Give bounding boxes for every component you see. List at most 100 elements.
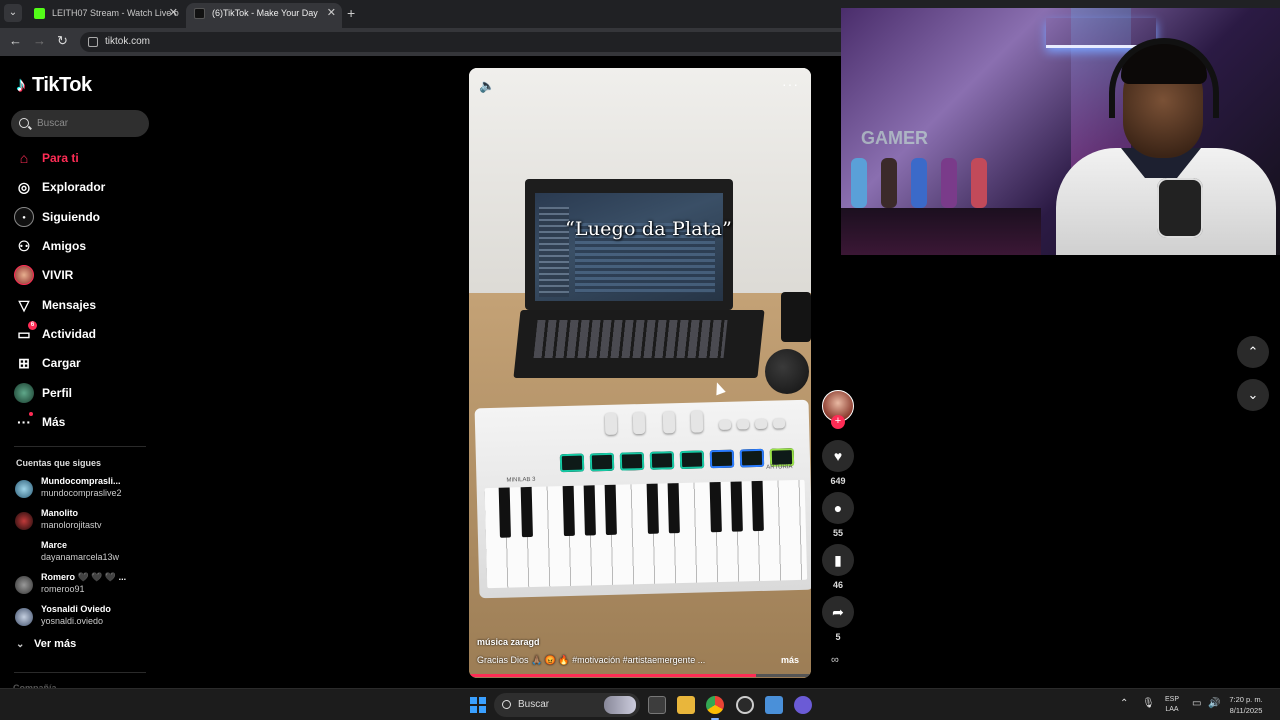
save-count: 46 [832,580,843,590]
nav-label: Actividad [42,327,97,341]
site-info-icon[interactable] [88,37,98,47]
following-icon: ● [14,207,34,227]
next-video-button[interactable]: ⌄ [1237,379,1269,411]
video-overlay-caption: “Luego da Plata” [565,218,733,240]
webcam-shelf [841,208,1041,255]
following-section-title: Cuentas que sigues [16,458,102,468]
bookmark-icon: ▮ [834,552,842,568]
close-icon[interactable]: ✕ [169,3,178,24]
nav-friends[interactable]: ⚇ Amigos [14,233,154,259]
save-button[interactable]: ▮ [822,544,854,576]
video-progress-bar[interactable] [469,674,811,677]
nav-profile[interactable]: Perfil [14,380,154,406]
discord-icon[interactable] [794,696,812,714]
send-icon: ▽ [18,297,30,313]
tab-title: (6)TikTok - Make Your Day [212,8,318,18]
following-item[interactable]: Mundocomprasli... mundocompraslive2 [15,476,155,504]
taskbar: Buscar ⌃ 🎙 ESP LAA ▭ 🔊 7:20 p. m. 8/11/2… [0,688,1280,720]
nav-label: Amigos [42,239,87,253]
nav-more[interactable]: ··· Más [14,409,154,435]
chevron-up-icon: ⌃ [1247,344,1259,359]
webcam-microphone [1157,178,1203,238]
avatar [15,608,33,626]
tab-kick[interactable]: LEITH07 Stream - Watch Live o ✕ [26,3,184,28]
windows-start-icon[interactable] [470,697,486,713]
webcam-gamer-sign: GAMER [861,128,928,148]
following-item[interactable]: Manolito manolorojitastv [15,508,155,536]
tab-search-button[interactable]: ⌄ [4,4,22,22]
widgets-icon[interactable] [648,696,666,714]
volume-icon[interactable]: 🔈 [479,78,495,94]
description-more-button[interactable]: más [781,655,799,665]
tiktok-logo[interactable]: ♪ TikTok [16,74,92,97]
nav-messages[interactable]: ▽ Mensajes [14,292,154,318]
nav-label: Para ti [42,151,79,165]
video-frame-fader [772,418,786,429]
following-item[interactable]: Romero 🖤 🖤 🖤 ... romeroo91 [15,572,155,600]
microphone-icon[interactable]: 🎙 [1142,698,1155,709]
taskbar-search-label: Buscar [518,699,550,710]
obs-icon[interactable] [736,696,754,714]
volume-icon[interactable]: 🔊 [1208,698,1220,709]
back-icon[interactable]: ← [9,33,22,48]
loop-icon[interactable]: ∞ [831,654,839,666]
system-clock[interactable]: 7:20 p. m. 8/11/2025 [1224,694,1268,716]
nav-activity[interactable]: ▭ 6 Actividad [14,321,154,347]
nav-following[interactable]: ● Siguiendo [14,204,154,230]
video-frame-fader [718,419,732,431]
forward-icon[interactable]: → [33,33,46,48]
comment-button[interactable]: ● [822,492,854,524]
file-explorer-icon[interactable] [677,696,695,714]
upload-icon: ⊞ [18,355,30,371]
clock-time: 7:20 p. m. [1229,695,1263,704]
reload-icon[interactable]: ↻ [57,33,68,49]
close-icon[interactable]: ✕ [327,3,336,24]
search-icon [502,700,511,709]
see-more-button[interactable]: ⌄ Ver más [16,638,76,650]
nav-explore[interactable]: ◎ Explorador [14,174,154,200]
following-item[interactable]: Yosnaldi Oviedo yosnaldi.oviedo [15,604,155,632]
video-progress-fill [469,674,757,677]
follow-plus-icon[interactable]: + [831,415,845,429]
notification-badge: 6 [28,321,37,330]
nav-label: Siguiendo [42,210,100,224]
address-bar[interactable]: tiktok.com [80,32,860,52]
nav-live[interactable]: VIVIR [14,262,154,288]
video-frame-pad [679,450,705,470]
clock-date: 8/11/2025 [1229,706,1263,715]
video-frame-knob [632,411,646,435]
network-icon[interactable]: ▭ [1192,698,1201,709]
video-more-options-icon[interactable]: ··· [782,76,799,92]
new-tab-button[interactable]: + [347,5,355,21]
video-frame-laptop [525,179,733,310]
friends-icon: ⚇ [17,238,31,254]
avatar [15,512,33,530]
language-indicator[interactable]: ESP LAA [1162,695,1182,715]
following-handle: dayanamarcela13w [41,552,120,562]
video-frame-knob [662,411,676,434]
video-frame-black-key [709,481,722,533]
video-frame-pads [559,448,795,474]
following-item[interactable]: Marce dayanamarcela13w [15,540,155,568]
following-name: Mundocomprasli... [41,476,121,486]
video-player[interactable]: “Luego da Plata” MINILAB 3 ARTURIA 🔈 ···… [469,68,811,678]
previous-video-button[interactable]: ⌃ [1237,336,1269,368]
video-frame-black-key [730,481,743,532]
share-button[interactable]: ➦ [822,596,854,628]
like-button[interactable]: ♥ [822,440,854,472]
nav-upload[interactable]: ⊞ Cargar [14,350,154,376]
search-input[interactable]: Buscar [11,110,149,137]
comment-icon: ● [833,500,843,516]
video-frame-black-key [562,485,575,537]
tab-tiktok[interactable]: (6)TikTok - Make Your Day ✕ [186,3,342,28]
notepad-icon[interactable] [765,696,783,714]
video-frame-midi-keyboard: MINILAB 3 ARTURIA [474,399,811,599]
tiktok-icon [194,8,205,19]
video-frame-black-key [604,484,617,536]
video-author[interactable]: música zaragd [477,637,540,647]
following-name: Yosnaldi Oviedo [41,604,111,614]
chrome-icon[interactable] [706,696,724,714]
tray-chevron-up-icon[interactable]: ⌃ [1120,698,1128,709]
taskbar-search[interactable]: Buscar [494,693,640,717]
nav-for-you[interactable]: ⌂ Para ti [14,145,154,171]
